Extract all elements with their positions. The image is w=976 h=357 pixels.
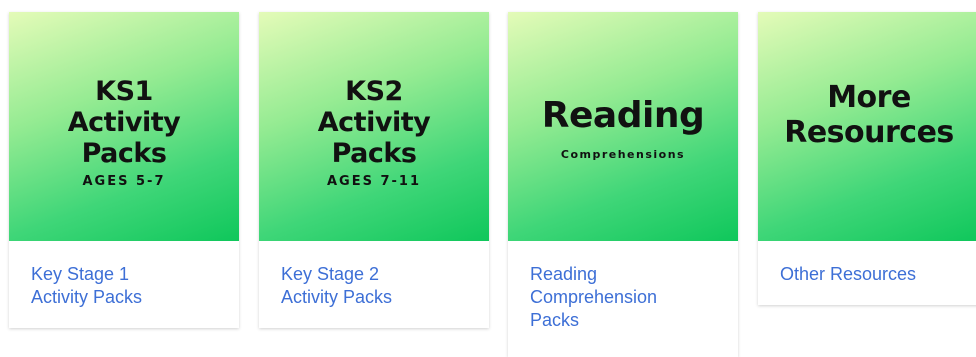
card-thumbnail[interactable]: More Resources (758, 12, 976, 241)
thumbnail-heading: KS2 Activity Packs (259, 76, 489, 169)
card-thumbnail[interactable]: Reading Comprehensions (508, 12, 738, 241)
thumbnail-heading-line: Resources (784, 115, 954, 150)
card-title-line: Activity Packs (31, 287, 143, 307)
card-thumbnail[interactable]: KS2 Activity Packs AGES 7-11 (259, 12, 489, 241)
card-title-link[interactable]: Reading Comprehension Packs (530, 263, 724, 332)
thumbnail-subheading: Comprehensions (560, 148, 686, 161)
thumbnail-heading-line: Activity (317, 107, 431, 138)
thumbnail-heading-line: Activity (67, 107, 181, 138)
card-other-resources[interactable]: More Resources Other Resources (758, 12, 976, 305)
thumbnail-heading: Reading (508, 96, 738, 136)
thumbnail-heading-line: Packs (81, 138, 167, 169)
thumbnail-subheading: AGES 7-11 (326, 174, 422, 189)
card-title-link[interactable]: Key Stage 1 Activity Packs (31, 263, 225, 309)
card-ks2-activity-packs[interactable]: KS2 Activity Packs AGES 7-11 Key Stage 2… (259, 12, 489, 328)
thumbnail-heading: More Resources (758, 80, 976, 150)
thumbnail-subheading: AGES 5-7 (82, 174, 166, 189)
card-thumbnail[interactable]: KS1 Activity Packs AGES 5-7 (9, 12, 239, 241)
thumbnail-heading-line: Reading (541, 95, 705, 136)
thumbnail-heading-line: KS2 (345, 76, 403, 107)
card-reading-comprehension-packs[interactable]: Reading Comprehensions Reading Comprehen… (508, 12, 738, 357)
card-title-link[interactable]: Key Stage 2 Activity Packs (281, 263, 475, 309)
card-title-line: Comprehension (530, 287, 658, 307)
card-title-line: Reading (530, 264, 598, 284)
card-ks1-activity-packs[interactable]: KS1 Activity Packs AGES 5-7 Key Stage 1 … (9, 12, 239, 328)
thumbnail-heading-line: KS1 (95, 76, 153, 107)
card-title-line: Key Stage 2 (281, 264, 380, 284)
thumbnail-heading-line: More (827, 80, 911, 115)
card-title-line: Activity Packs (281, 287, 393, 307)
card-title-line: Other Resources (780, 264, 917, 284)
card-title-link[interactable]: Other Resources (780, 263, 966, 286)
card-title-line: Key Stage 1 (31, 264, 130, 284)
thumbnail-heading: KS1 Activity Packs (9, 76, 239, 169)
thumbnail-heading-line: Packs (331, 138, 417, 169)
card-title-line: Packs (530, 310, 580, 330)
